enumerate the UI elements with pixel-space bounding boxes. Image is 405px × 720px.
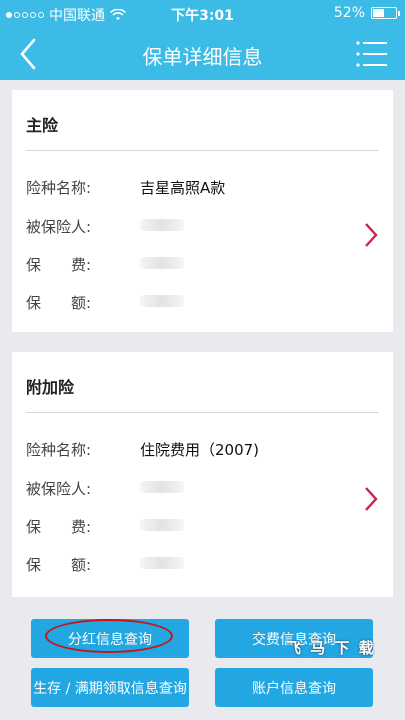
redacted-value [140, 219, 184, 231]
rider-policy-row-type: 险种名称: 住院费用（2007) [26, 439, 259, 460]
nav-bar: 保单详细信息 [0, 28, 405, 80]
rider-policy-row-insured: 被保险人: [26, 478, 184, 499]
main-policy-row-amount: 保 额: [26, 292, 184, 313]
battery-percent: 52% [333, 5, 365, 21]
redacted-value [140, 295, 184, 307]
main-policy-row-insured: 被保险人: [26, 216, 184, 237]
divider [26, 150, 379, 151]
rider-policy-card[interactable]: 附加险 险种名称: 住院费用（2007) 被保险人: 保 费: 保 额: [12, 352, 393, 597]
row-value: 吉星高照A款 [140, 179, 226, 197]
redacted-value [140, 481, 184, 493]
status-right: 52% [333, 5, 400, 21]
redacted-value [140, 557, 184, 569]
battery-icon [371, 7, 400, 19]
row-label: 险种名称: [26, 441, 92, 459]
row-label: 险种名称: [26, 179, 92, 197]
redacted-value [140, 257, 184, 269]
rider-policy-row-premium: 保 费: [26, 516, 184, 537]
main-policy-heading: 主险 [26, 116, 59, 135]
row-label: 被保险人: [26, 480, 92, 498]
main-policy-card[interactable]: 主险 险种名称: 吉星高照A款 被保险人: 保 费: 保 额: [12, 90, 393, 332]
row-value: 住院费用（2007) [140, 441, 260, 459]
row-label: 被保险人: [26, 218, 92, 236]
row-label: 保 额: [26, 556, 92, 574]
rider-policy-heading: 附加险 [26, 378, 75, 397]
main-policy-row-type: 险种名称: 吉星高照A款 [26, 177, 225, 198]
chevron-right-icon[interactable] [361, 220, 381, 250]
main-policy-row-premium: 保 费: [26, 254, 184, 275]
account-info-button[interactable]: 账户信息查询 [215, 668, 373, 707]
menu-icon[interactable] [355, 39, 389, 69]
rider-policy-row-amount: 保 额: [26, 554, 184, 575]
highlight-circle [45, 619, 173, 653]
watermark: 飞 马 下 载 [286, 639, 376, 657]
row-label: 保 额: [26, 294, 92, 312]
survival-maturity-info-button[interactable]: 生存 / 满期领取信息查询 [31, 668, 189, 707]
chevron-right-icon[interactable] [361, 484, 381, 514]
page-title: 保单详细信息 [142, 45, 263, 69]
redacted-value [140, 519, 184, 531]
status-bar: 中国联通 下午3:01 52% [0, 0, 405, 28]
divider [26, 412, 379, 413]
row-label: 保 费: [26, 518, 92, 536]
row-label: 保 费: [26, 256, 92, 274]
